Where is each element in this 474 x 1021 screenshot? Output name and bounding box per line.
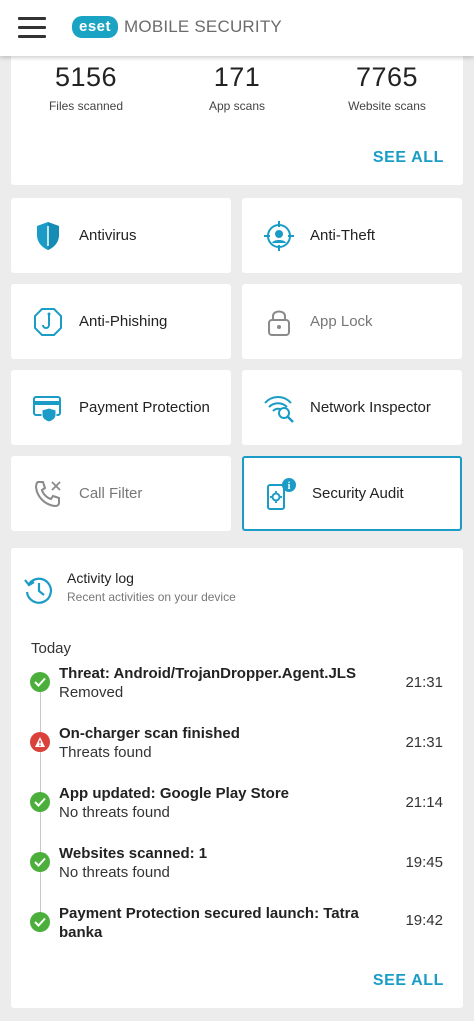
payment-protection-icon [31,391,65,425]
activity-log-title: Activity log [67,570,134,586]
check-icon [30,912,50,932]
tile-label: Anti-Phishing [79,313,168,330]
entry-title: Threat: Android/TrojanDropper.Agent.JLS [59,665,356,682]
scan-stats-card: 5156 Files scanned 171 App scans 7765 We… [11,52,463,185]
tile-anti-theft[interactable]: Anti-Theft [242,198,462,273]
entry-detail: Threats found [59,744,152,761]
security-audit-icon: i [264,477,298,511]
stat-value: 171 [213,62,261,92]
tile-label: Antivirus [79,227,137,244]
stat-value: 7765 [355,62,419,92]
tile-anti-phishing[interactable]: Anti-Phishing [11,284,231,359]
stats-see-all-button[interactable]: SEE ALL [373,149,444,167]
entry-time: 21:31 [405,734,443,751]
stat-website-scans: 7765 Website scans [312,62,462,113]
entry-detail: Removed [59,684,124,701]
tile-antivirus[interactable]: Antivirus [11,198,231,273]
stat-label: Website scans [348,99,426,113]
network-inspector-icon [262,391,296,425]
check-icon [30,672,50,692]
stat-app-scans: 171 App scans [162,62,312,113]
activity-see-all-button[interactable]: SEE ALL [373,972,444,990]
tile-label: App Lock [310,313,373,330]
anti-theft-icon [262,219,296,253]
entry-title: App updated: Google Play Store [59,785,290,802]
stat-label: App scans [208,99,266,113]
phone-icon [31,477,65,511]
history-icon [23,574,55,606]
entry-time: 19:42 [405,912,443,929]
tile-network-inspector[interactable]: Network Inspector [242,370,462,445]
stat-value: 5156 [54,62,118,92]
app-bar: eset MOBILE SECURITY [0,0,474,56]
entry-title: On-charger scan finished [59,725,240,742]
activity-log-subtitle: Recent activities on your device [67,590,236,604]
tile-label: Network Inspector [310,399,431,416]
day-header: Today [31,640,72,657]
tile-app-lock[interactable]: App Lock [242,284,462,359]
brand-logo: eset MOBILE SECURITY [72,16,282,38]
entry-detail: No threats found [59,804,170,821]
hamburger-menu-icon[interactable] [18,17,46,39]
eset-logo: eset [72,16,119,38]
entry-title: Websites scanned: 1 [59,845,208,862]
anti-phishing-icon [31,305,65,339]
app-title: MOBILE SECURITY [124,17,282,36]
tile-label: Call Filter [79,485,143,502]
check-icon [30,792,50,812]
tile-label: Security Audit [312,485,404,502]
lock-icon [262,305,296,339]
entry-detail: No threats found [59,864,170,881]
entry-time: 21:31 [405,674,443,691]
check-icon [30,852,50,872]
svg-text:i: i [288,481,291,492]
entry-time: 19:45 [405,854,443,871]
tile-label: Payment Protection [79,399,210,416]
activity-log-card: Activity log Recent activities on your d… [11,548,463,1008]
entry-title: Payment Protection secured launch: Tatra… [59,905,359,941]
stat-label: Files scanned [48,99,124,113]
tile-label: Anti-Theft [310,227,376,244]
tile-security-audit[interactable]: i Security Audit [242,456,462,531]
entry-time: 21:14 [405,794,443,811]
tile-call-filter[interactable]: Call Filter [11,456,231,531]
tile-payment-protection[interactable]: Payment Protection [11,370,231,445]
shield-icon [31,219,65,253]
stat-files-scanned: 5156 Files scanned [11,62,161,113]
warning-icon [30,732,50,752]
